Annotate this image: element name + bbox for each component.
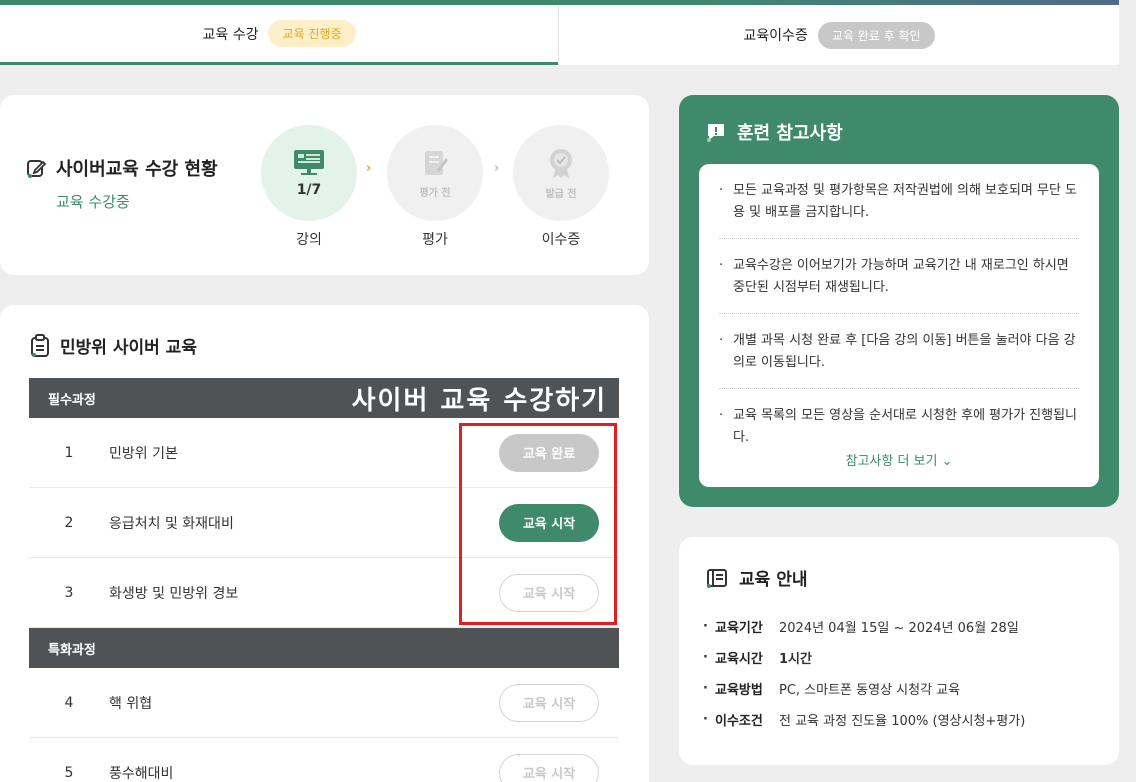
guide-label: 교육시간: [715, 652, 763, 667]
step-lecture-circle: 1/7: [261, 125, 357, 221]
course-number: 3: [64, 584, 74, 601]
status-card: 사이버교육 수강 현황 교육 수강중 1/7 강의 › 평가 전 평가 › 발급…: [0, 95, 649, 275]
tab-education-label: 교육 수강: [202, 26, 259, 43]
course-number: 2: [64, 514, 74, 531]
see-more-link[interactable]: 참고사항 더 보기 ⌄: [699, 450, 1099, 469]
guide-title: 교육 안내: [705, 565, 807, 590]
course-list-card: 민방위 사이버 교육 필수과정 사이버 교육 수강하기 1 민방위 기본 교육 …: [0, 305, 649, 782]
guide-method: · 교육방법 PC, 스마트폰 동영상 시청각 교육: [703, 681, 961, 698]
clipboard-icon: [31, 333, 49, 357]
overlay-caption: 사이버 교육 수강하기: [351, 386, 607, 416]
evaluation-icon: [425, 150, 448, 175]
guide-value: 2024년 04월 15일 ~ 2024년 06월 28일: [779, 621, 1019, 636]
book-icon: [707, 568, 727, 588]
guide-value: PC, 스마트폰 동영상 시청각 교육: [779, 683, 961, 698]
status-subtitle: 교육 수강중: [56, 193, 130, 211]
notice-card: 훈련 참고사항 모든 교육과정 및 평가항목은 저작권법에 의해 보호되며 무단…: [679, 95, 1119, 507]
top-tabs: 교육 수강 교육 진행중 교육이수증 교육 완료 후 확인: [0, 5, 1119, 65]
section-special-label: 특화과정: [48, 642, 96, 658]
guide-title-text: 교육 안내: [739, 570, 808, 590]
status-title-text: 사이버교육 수강 현황: [56, 159, 218, 180]
notice-title-text: 훈련 참고사항: [737, 123, 843, 144]
guide-condition: · 이수조건 전 교육 과정 진도율 100% (영상시청+평가): [703, 712, 1026, 729]
notice-chat-icon: [707, 124, 724, 142]
step-lecture: 1/7 강의: [261, 125, 357, 249]
step-lecture-label: 강의: [296, 232, 322, 248]
step-evaluation: 평가 전 평가: [387, 125, 483, 249]
status-badge-in-progress: 교육 진행중: [268, 20, 356, 47]
tab-certificate-label: 교육이수증: [743, 28, 808, 44]
table-row: 5 풍수해대비 교육 시작: [29, 738, 619, 782]
guide-card: 교육 안내 · 교육기간 2024년 04월 15일 ~ 2024년 06월 2…: [679, 537, 1119, 765]
course-list-title: 민방위 사이버 교육: [30, 333, 197, 358]
guide-label: 이수조건: [715, 714, 763, 729]
notice-title: 훈련 참고사항: [705, 119, 843, 145]
step-evaluation-label: 평가: [422, 232, 448, 248]
guide-label: 교육기간: [715, 621, 763, 636]
section-special-header: 특화과정: [29, 628, 619, 668]
tab-education[interactable]: 교육 수강 교육 진행중: [0, 5, 558, 65]
notice-list: 모든 교육과정 및 평가항목은 저작권법에 의해 보호되며 무단 도용 및 배포…: [699, 164, 1099, 487]
guide-label: 교육방법: [715, 683, 763, 698]
step-certificate-circle: 발급 전: [513, 125, 609, 221]
table-row: 4 핵 위협 교육 시작: [29, 668, 619, 738]
course-number: 5: [64, 764, 74, 781]
guide-period: · 교육기간 2024년 04월 15일 ~ 2024년 06월 28일: [703, 619, 1019, 636]
lecture-icon: [294, 150, 324, 175]
chevron-right-icon: ›: [494, 161, 500, 176]
step-certificate-label: 이수증: [541, 232, 581, 248]
list-item: 교육수강은 이어보기가 가능하며 교육기간 내 재로그인 하시면 중단된 시점부…: [719, 239, 1079, 314]
highlight-box: [459, 423, 617, 625]
step-certificate-status: 발급 전: [545, 188, 577, 200]
chevron-right-icon: ›: [366, 161, 372, 176]
section-required-label: 필수과정: [48, 392, 96, 408]
course-start-button-disabled[interactable]: 교육 시작: [499, 683, 599, 722]
step-lecture-progress: 1/7: [296, 182, 322, 198]
guide-value: 1시간: [779, 652, 812, 667]
course-number: 1: [64, 444, 74, 461]
status-badge-after-complete: 교육 완료 후 확인: [817, 21, 935, 49]
step-certificate: 발급 전 이수증: [513, 125, 609, 249]
guide-duration: · 교육시간 1시간: [703, 650, 812, 667]
step-evaluation-circle: 평가 전: [387, 125, 483, 221]
course-start-button-disabled[interactable]: 교육 시작: [499, 753, 599, 782]
course-number: 4: [64, 694, 74, 711]
course-list-title-text: 민방위 사이버 교육: [60, 338, 197, 358]
step-evaluation-status: 평가 전: [419, 187, 451, 199]
list-item: 모든 교육과정 및 평가항목은 저작권법에 의해 보호되며 무단 도용 및 배포…: [719, 164, 1079, 239]
edit-icon: [27, 160, 47, 178]
section-required-header: 필수과정 사이버 교육 수강하기: [29, 378, 619, 418]
award-icon: [550, 148, 572, 178]
status-title: 사이버교육 수강 현황: [26, 155, 218, 181]
list-item: 개별 과목 시청 완료 후 [다음 강의 이동] 버튼을 눌러야 다음 강의로 …: [719, 314, 1079, 389]
tab-certificate[interactable]: 교육이수증 교육 완료 후 확인: [558, 5, 1119, 65]
guide-value: 전 교육 과정 진도율 100% (영상시청+평가): [779, 714, 1026, 729]
